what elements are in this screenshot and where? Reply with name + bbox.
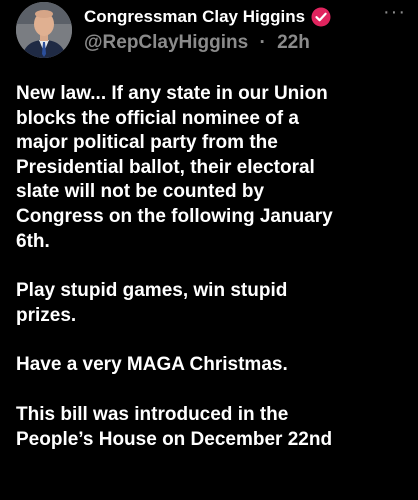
tweet-text: New law... If any state in our Union blo…	[16, 82, 412, 477]
display-name[interactable]: Congressman Clay Higgins	[84, 7, 305, 27]
timestamp[interactable]: 22h	[277, 32, 310, 53]
separator: ·	[259, 32, 266, 53]
tweet-paragraph: New law... If any state in our Union blo…	[16, 83, 333, 252]
handle-row: @RepClayHiggins · 22h	[84, 32, 384, 54]
handle[interactable]: @RepClayHiggins	[84, 32, 248, 53]
tweet-paragraph: Have a very MAGA Christmas.	[16, 354, 288, 376]
verified-badge-icon	[311, 7, 331, 27]
tweet-paragraph: This bill was introduced in the People’s…	[16, 403, 333, 450]
tweet-header: Congressman Clay Higgins @RepClayHiggins…	[84, 4, 384, 54]
profile-photo	[16, 2, 72, 58]
more-options-icon[interactable]: ···	[383, 2, 406, 22]
avatar[interactable]	[16, 2, 72, 58]
tweet-paragraph: Play stupid games, win stupid prizes.	[16, 280, 288, 326]
tweet: Congressman Clay Higgins @RepClayHiggins…	[0, 0, 418, 500]
name-row: Congressman Clay Higgins	[84, 4, 384, 30]
